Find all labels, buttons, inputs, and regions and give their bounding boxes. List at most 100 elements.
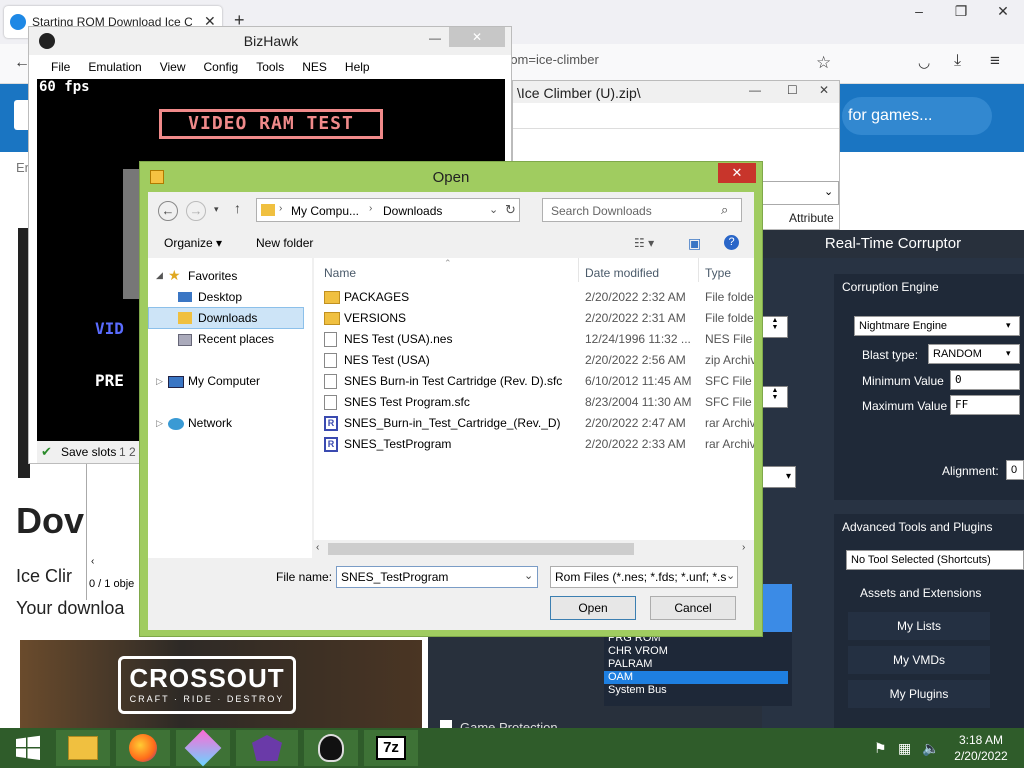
filename-input[interactable]: SNES_TestProgram <box>336 566 538 588</box>
column-type[interactable]: Type <box>705 266 731 280</box>
help-icon[interactable]: ? <box>724 235 739 250</box>
file-row[interactable]: NES Test (USA).nes 12/24/1996 11:32 ... NE… <box>314 329 754 350</box>
url-bar[interactable]: rom=ice-climber <box>506 52 706 67</box>
cancel-button[interactable]: Cancel <box>650 596 736 620</box>
file-row[interactable]: R SNES_TestProgram 2/20/2022 2:33 AM rar Ar… <box>314 434 754 455</box>
scroll-left-icon[interactable]: ‹ <box>91 556 94 567</box>
my-plugins-button[interactable]: My Plugins <box>848 680 990 708</box>
file-date: 2/20/2022 2:31 AM <box>585 311 686 325</box>
spinner-1[interactable]: ▲ ▼ <box>762 316 788 338</box>
attribute-column-header[interactable]: Attribute <box>789 211 834 225</box>
scroll-left-icon[interactable]: ‹ <box>316 542 319 553</box>
rtc-taskbar[interactable] <box>236 730 298 766</box>
organize-button[interactable]: Organize ▾ <box>164 236 222 250</box>
domain-item[interactable]: CHR VROM <box>608 645 788 658</box>
up-arrow-icon[interactable]: ↑ <box>234 200 241 216</box>
nav-my-computer[interactable]: My Computer <box>188 374 260 388</box>
minimize-icon[interactable]: – <box>898 0 940 22</box>
restore-icon[interactable]: ❐ <box>940 0 982 22</box>
archive-maximize-icon[interactable]: ☐ <box>787 83 798 97</box>
nav-network[interactable]: Network <box>188 416 232 430</box>
chevron-down-icon[interactable]: ⌄ <box>726 569 735 582</box>
domain-item[interactable]: PALRAM <box>608 658 788 671</box>
forward-arrow-icon[interactable]: → <box>186 201 206 221</box>
breadcrumb[interactable]: › My Compu... › Downloads ⌄ ↻ <box>256 198 520 222</box>
expand-icon[interactable]: ▷ <box>156 418 163 429</box>
search-icon[interactable]: ⌕ <box>721 202 728 218</box>
menu-emulation[interactable]: Emulation <box>88 60 141 74</box>
menu-tools[interactable]: Tools <box>256 60 284 74</box>
firefox-taskbar[interactable] <box>116 730 170 766</box>
file-row[interactable]: SNES Test Program.sfc 8/23/2004 11:30 AM S… <box>314 392 754 413</box>
start-button[interactable] <box>0 730 56 766</box>
spinner-2[interactable]: ▲ ▼ <box>762 386 788 408</box>
chevron-down-icon[interactable]: ⌄ <box>489 203 498 216</box>
nav-favorites[interactable]: Favorites <box>188 269 237 283</box>
menu-config[interactable]: Config <box>204 60 239 74</box>
engine-select[interactable]: Nightmare Engine <box>854 316 1020 336</box>
back-arrow-icon[interactable]: ← <box>158 201 178 221</box>
archive-minimize-icon[interactable]: — <box>749 83 761 97</box>
breadcrumb-downloads[interactable]: Downloads <box>383 204 442 218</box>
bizhawk-minimize-icon[interactable]: — <box>429 31 441 45</box>
advanced-tools-panel: Advanced Tools and Plugins No Tool Selec… <box>834 514 1024 728</box>
scroll-thumb[interactable] <box>328 543 634 555</box>
file-row[interactable]: R SNES_Burn-in_Test_Cartridge_(Rev._D) 2/2… <box>314 413 754 434</box>
combo-partial[interactable]: ▾ <box>762 466 796 488</box>
close-icon[interactable]: ✕ <box>982 0 1024 22</box>
expand-icon[interactable]: ▷ <box>156 376 163 387</box>
bizhawk-taskbar[interactable] <box>304 730 358 766</box>
network-status-icon[interactable]: ▦ <box>898 740 911 757</box>
domain-item[interactable]: System Bus <box>608 684 788 697</box>
horizontal-scrollbar[interactable]: ‹ › <box>314 540 754 558</box>
clock[interactable]: 3:18 AM 2/20/2022 <box>950 732 1012 764</box>
preview-pane-icon[interactable]: ▣ <box>688 235 701 252</box>
file-row[interactable]: VERSIONS 2/20/2022 2:31 AM File folder <box>314 308 754 329</box>
menu-icon[interactable]: ≡ <box>990 51 1000 71</box>
column-date[interactable]: Date modified <box>585 266 659 280</box>
download-icon[interactable]: ⤓ <box>954 52 961 70</box>
chevron-down-icon[interactable]: ⌄ <box>524 569 533 582</box>
search-input[interactable]: Search Downloads ⌕ <box>542 198 742 222</box>
archive-close-icon[interactable]: ✕ <box>819 83 829 97</box>
file-row[interactable]: SNES Burn-in Test Cartridge (Rev. D).sfc… <box>314 371 754 392</box>
nav-recent-places[interactable]: Recent places <box>198 332 274 346</box>
scroll-right-icon[interactable]: › <box>742 542 745 553</box>
menu-help[interactable]: Help <box>345 60 370 74</box>
nav-desktop[interactable]: Desktop <box>198 290 242 304</box>
my-lists-button[interactable]: My Lists <box>848 612 990 640</box>
menu-file[interactable]: File <box>51 60 70 74</box>
file-row[interactable]: NES Test (USA) 2/20/2022 2:56 AM zip Archi… <box>314 350 754 371</box>
new-folder-button[interactable]: New folder <box>256 236 313 250</box>
crossout-ad-banner[interactable]: CROSSOUT CRAFT · RIDE · DESTROY <box>20 640 422 728</box>
open-button[interactable]: Open <box>550 596 636 620</box>
refresh-icon[interactable]: ↻ <box>505 202 516 218</box>
app-taskbar[interactable] <box>176 729 230 767</box>
bizhawk-close-icon[interactable]: ✕ <box>449 27 505 47</box>
tool-select[interactable]: No Tool Selected (Shortcuts) <box>846 550 1024 570</box>
save-slot-numbers[interactable]: 1 2 <box>119 445 136 459</box>
nav-downloads[interactable]: Downloads <box>198 311 257 325</box>
max-value-input[interactable]: FF <box>950 395 1020 415</box>
action-center-flag-icon[interactable]: ⚑ <box>874 740 887 757</box>
site-search-box[interactable]: for games... <box>842 97 992 135</box>
volume-muted-icon[interactable]: 🔈 <box>922 740 939 757</box>
min-value-input[interactable]: 0 <box>950 370 1020 390</box>
my-vmds-button[interactable]: My VMDs <box>848 646 990 674</box>
menu-view[interactable]: View <box>160 60 186 74</box>
dialog-close-icon[interactable]: ✕ <box>718 163 756 183</box>
file-type-filter[interactable]: Rom Files (*.nes; *.fds; *.unf; *.s <box>550 566 738 588</box>
menu-nes[interactable]: NES <box>302 60 327 74</box>
file-explorer-taskbar[interactable] <box>56 730 110 766</box>
pocket-icon[interactable]: ◡ <box>918 54 930 71</box>
bookmark-star-icon[interactable]: ☆ <box>816 53 831 73</box>
7zip-taskbar[interactable]: 7z <box>364 730 418 766</box>
file-row[interactable]: PACKAGES 2/20/2022 2:32 AM File folder <box>314 287 754 308</box>
domain-item-selected[interactable]: OAM <box>604 671 788 684</box>
collapse-icon[interactable]: ◢ <box>156 270 163 281</box>
alignment-input[interactable]: 0 <box>1006 460 1024 480</box>
breadcrumb-computer[interactable]: My Compu... <box>291 204 359 218</box>
column-name[interactable]: Name <box>324 266 356 280</box>
view-options-icon[interactable]: ☷ ▾ <box>634 236 654 250</box>
recent-locations-icon[interactable]: ▾ <box>214 204 219 215</box>
